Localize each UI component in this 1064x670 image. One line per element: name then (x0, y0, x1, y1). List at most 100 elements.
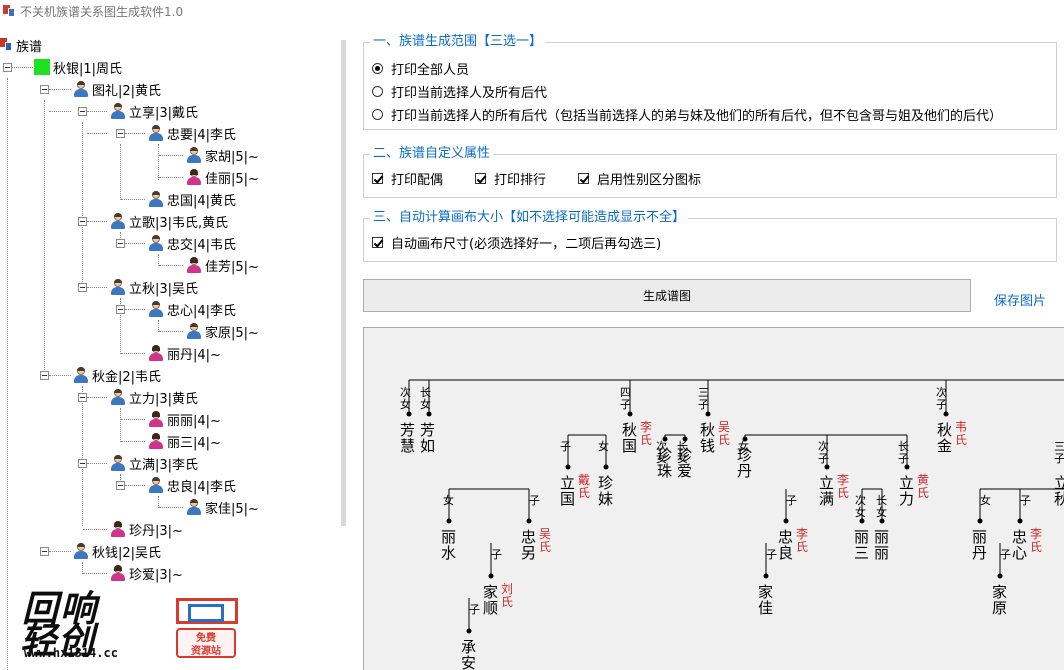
tree-scrollbar[interactable] (341, 40, 346, 526)
chart-node-dot (997, 573, 1003, 579)
chart-node-dot (977, 518, 983, 524)
tree-node-label: 立歌|3|韦氏,黄氏 (129, 215, 229, 231)
radio-button[interactable] (372, 86, 383, 97)
radio-label: 打印当前选择人及所有后代 (391, 86, 548, 101)
tree-node[interactable]: 立满|3|李氏 (110, 452, 198, 474)
male-person-icon (73, 543, 89, 559)
tree-node[interactable]: 家胡|5|~ (186, 144, 259, 166)
expand-toggle[interactable] (116, 129, 125, 138)
tree-node[interactable]: 家佳|5|~ (186, 496, 259, 518)
attributes-group-legend: 二、族谱自定义属性 (370, 146, 494, 162)
chart-rank-label: 女 (598, 439, 609, 453)
expand-toggle[interactable] (116, 239, 125, 248)
chart-rank-label: 子 (469, 603, 480, 616)
chart-rank-label: 女 (738, 439, 749, 453)
tree-node[interactable]: 珍丹|3|~ (110, 518, 183, 540)
tree-node[interactable]: 佳芳|5|~ (186, 254, 259, 276)
male-person-icon (110, 279, 126, 295)
checkbox-print-rank[interactable]: 打印排行 (475, 169, 546, 188)
tree-node[interactable]: 忠交|4|韦氏 (148, 232, 236, 254)
tree-node[interactable]: 丽丹|4|~ (148, 342, 221, 364)
tree-node-label: 忠心|4|李氏 (167, 303, 237, 319)
chart-spouse-label: 李 (796, 526, 808, 541)
chart-node-dot (763, 573, 769, 579)
radio-button[interactable] (372, 109, 383, 120)
radio-label: 打印全部人员 (391, 63, 470, 78)
chart-spouse-label: 戴 (578, 472, 590, 487)
tree-node[interactable]: 忠良|4|李氏 (148, 474, 236, 496)
tree-node[interactable]: 秋钱|2|吴氏 (73, 540, 161, 562)
tree-node-label: 佳芳|5|~ (205, 259, 259, 275)
tree-node[interactable]: 忠国|4|黄氏 (148, 188, 236, 210)
tree-node[interactable]: 图礼|2|黄氏 (73, 78, 161, 100)
chart-rank-label: 子 (818, 452, 829, 465)
genealogy-chart: 芳慧次女芳如长女秋国李氏四子秋钱吴氏三子秋金韦氏次子立国戴氏子珍妹女 珍珠次女 珍爱… (400, 379, 1064, 670)
chart-person-name: 丹 (972, 544, 987, 562)
generate-chart-button[interactable]: 生成谱图 (363, 279, 971, 312)
chart-person-name: 另 (521, 544, 536, 562)
expand-toggle[interactable] (78, 459, 87, 468)
tree-node-label: 家佳|5|~ (205, 501, 259, 517)
expand-toggle[interactable] (116, 481, 125, 490)
checkbox-label: 启用性别区分图标 (597, 173, 702, 188)
chart-person-name: 满 (819, 490, 834, 508)
tree-node[interactable]: 忠心|4|李氏 (148, 298, 236, 320)
chart-rank-label: 子 (560, 440, 571, 453)
family-tree-view[interactable]: 族谱 秋银|1|周氏 图礼|2|黄氏 立享|3|戴氏 忠要|4|李氏 家胡|5|… (0, 28, 338, 670)
tree-node[interactable]: 秋银|1|周氏 (34, 56, 122, 78)
expand-toggle[interactable] (78, 283, 87, 292)
chart-node-dot (526, 518, 532, 524)
radio-button[interactable] (372, 63, 383, 74)
checkbox[interactable] (578, 173, 589, 184)
expand-toggle[interactable] (3, 63, 12, 72)
badge-line2: 资源站 (191, 646, 221, 657)
expand-toggle[interactable] (78, 393, 87, 402)
female-person-icon (148, 433, 164, 449)
tree-node-label: 丽三|4|~ (167, 435, 221, 451)
chart-rank-label: 子 (1054, 452, 1064, 465)
radio-print-all[interactable]: 打印全部人员 (372, 59, 469, 78)
male-person-icon (148, 125, 164, 141)
radio-print-descendants-with-siblings[interactable]: 打印当前选择人的所有后代（包括当前选择人的弟与妹及他们的所有后代，但不包含哥与姐… (372, 105, 1002, 124)
tree-node-label: 立满|3|李氏 (129, 457, 199, 473)
tree-node[interactable]: 立秋|3|吴氏 (110, 276, 198, 298)
tree-node[interactable]: 立歌|3|韦氏,黄氏 (110, 210, 228, 232)
checkbox-auto-canvas[interactable]: 自动画布尺寸(必须选择好一，二项后再勾选三) (372, 233, 661, 252)
chart-person-name: 金 (937, 437, 952, 455)
radio-print-selected-and-descendants[interactable]: 打印当前选择人及所有后代 (372, 82, 547, 101)
expand-toggle[interactable] (40, 85, 49, 94)
expand-toggle[interactable] (116, 305, 125, 314)
checkbox-print-spouse[interactable]: 打印配偶 (372, 169, 443, 188)
female-person-icon (148, 411, 164, 427)
tree-node[interactable]: 秋金|2|韦氏 (73, 364, 161, 386)
radio-label: 打印当前选择人的所有后代（包括当前选择人的弟与妹及他们的所有后代，但不包含哥与姐… (391, 109, 1003, 124)
tree-node[interactable]: 立力|3|黄氏 (110, 386, 198, 408)
tree-node[interactable]: 丽丽|4|~ (148, 408, 221, 430)
checkbox[interactable] (372, 237, 383, 248)
tree-node[interactable]: 丽三|4|~ (148, 430, 221, 452)
tree-node[interactable]: 立享|3|戴氏 (110, 100, 198, 122)
genealogy-chart-canvas[interactable]: 芳慧次女芳如长女秋国李氏四子秋钱吴氏三子秋金韦氏次子立国戴氏子珍妹女珍珠次女珍爱… (363, 327, 1064, 670)
chart-rank-label: 女 (443, 493, 454, 507)
expand-toggle[interactable] (40, 371, 49, 380)
tree-node[interactable]: 佳丽|5|~ (186, 166, 259, 188)
window-title: 不关机族谱关系图生成软件1.0 (20, 4, 184, 19)
checkbox-gender-icons[interactable]: 启用性别区分图标 (578, 169, 701, 188)
expand-toggle[interactable] (78, 217, 87, 226)
tree-node-label: 秋钱|2|吴氏 (92, 545, 162, 561)
checkbox[interactable] (475, 173, 486, 184)
male-person-icon (186, 323, 202, 339)
chart-person-name: 慧 (400, 437, 415, 455)
chart-spouse-label: 韦 (955, 420, 967, 434)
chart-spouse-label: 氏 (955, 433, 967, 447)
tree-node-label: 丽丽|4|~ (167, 413, 221, 429)
expand-toggle[interactable] (78, 107, 87, 116)
tree-node[interactable]: 忠要|4|李氏 (148, 122, 236, 144)
checkbox[interactable] (372, 173, 383, 184)
expand-toggle[interactable] (40, 547, 49, 556)
tree-node[interactable]: 家原|5|~ (186, 320, 259, 342)
male-person-icon (110, 389, 126, 405)
chart-node-dot (446, 518, 452, 524)
tree-root[interactable]: 族谱 (0, 34, 42, 56)
save-image-link[interactable]: 保存图片 (994, 290, 1046, 309)
